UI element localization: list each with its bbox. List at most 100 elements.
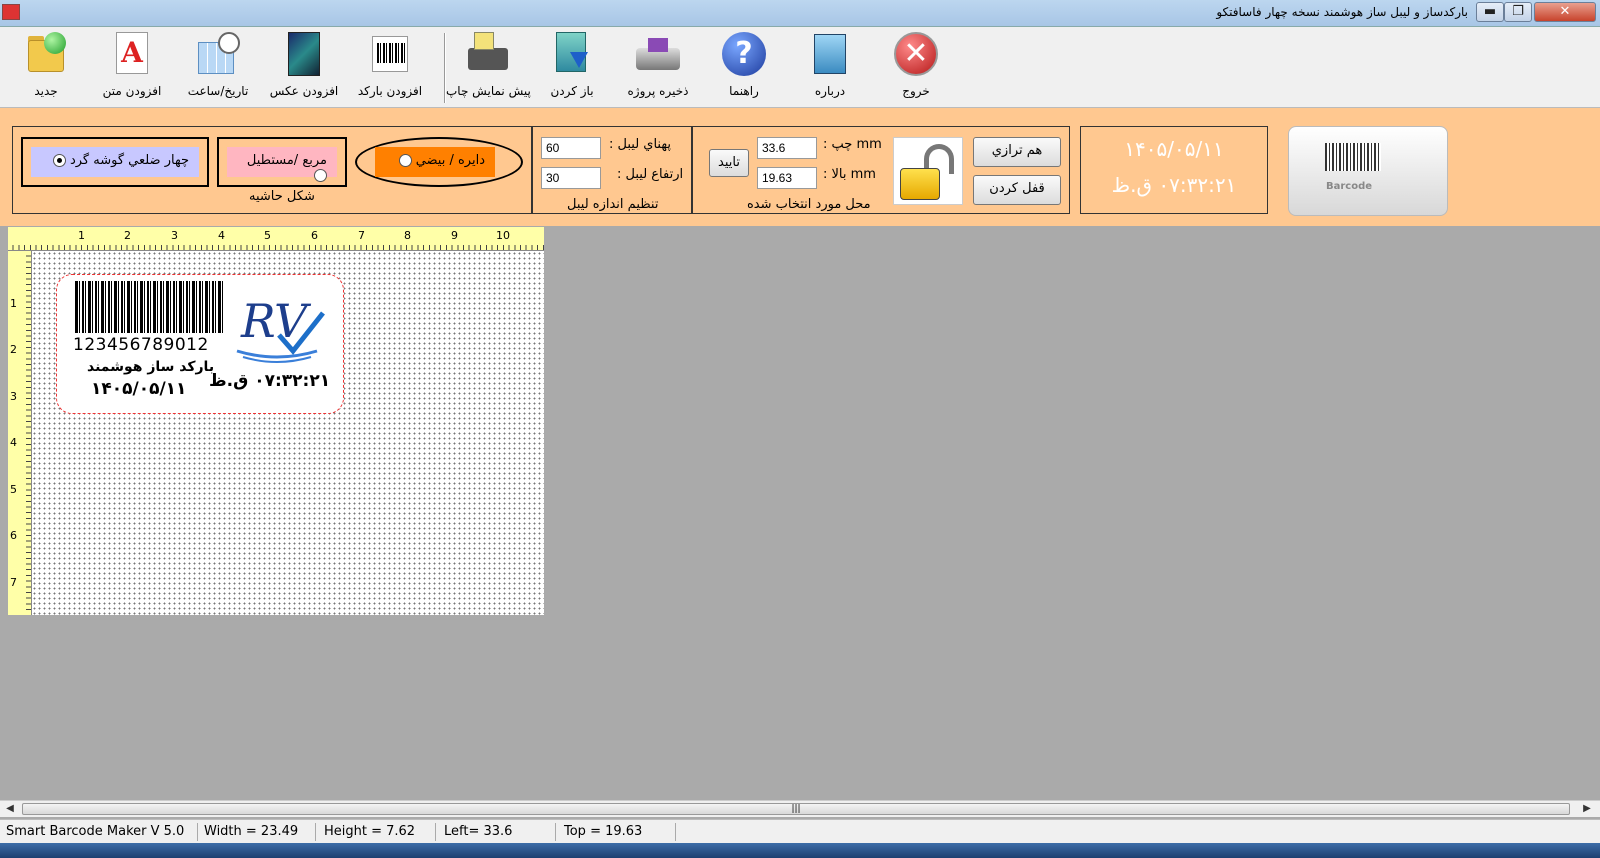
shape-rectangle-radio[interactable] (314, 169, 327, 182)
ruler-tick: 7 (358, 229, 365, 242)
add-datetime-button[interactable]: تاريخ/ساعت (176, 30, 260, 106)
open-icon (548, 30, 596, 78)
add-text-button[interactable]: A افزودن متن (90, 30, 174, 106)
about-label: درباره (814, 84, 846, 98)
scroll-right-icon[interactable]: ▶ (1580, 802, 1594, 816)
ruler-tick: 5 (264, 229, 271, 242)
lock-icon[interactable] (893, 137, 963, 205)
about-icon (806, 30, 854, 78)
window-title: بارکدساز و ليبل ساز هوشمند نسخه چهار فاس… (1216, 5, 1468, 19)
scroll-left-icon[interactable]: ◀ (3, 802, 17, 816)
label-height-input[interactable] (541, 167, 601, 189)
ruler-tick: 6 (10, 529, 17, 542)
text-icon: A (108, 30, 156, 78)
print-preview-label: پيش نمايش چاپ (446, 84, 531, 98)
label-barcode-number[interactable]: 123456789012 (73, 335, 223, 355)
datetime-display: ۱۴۰۵/۰۵/۱۱ ۰۷:۳۲:۲۱ ق.ظ (1080, 126, 1268, 214)
ruler-tick: 10 (496, 229, 510, 242)
add-barcode-button[interactable]: افزودن بارکد (348, 30, 432, 106)
position-group-caption: محل مورد انتخاب شده (747, 197, 871, 212)
shape-ellipse-label: دايره / بيضي (415, 153, 485, 168)
save-icon (634, 30, 682, 78)
add-image-label: افزودن عکس (269, 84, 339, 98)
status-app-version: Smart Barcode Maker V 5.0 (2, 823, 198, 841)
status-height: Height = 7.62 (320, 823, 436, 841)
ruler-tick: 4 (10, 436, 17, 449)
print-preview-icon (464, 30, 512, 78)
left-mm-label: mm چپ : (823, 137, 882, 152)
ruler-tick: 9 (451, 229, 458, 242)
lock-button[interactable]: قفل کردن (973, 175, 1061, 205)
confirm-button[interactable]: تاييد (709, 149, 749, 177)
open-label: باز کردن (550, 84, 594, 98)
status-left: Left= 33.6 (440, 823, 556, 841)
about-button[interactable]: درباره (788, 30, 872, 106)
shape-rounded-radio[interactable] (52, 154, 66, 167)
status-bar: Smart Barcode Maker V 5.0 Width = 23.49 … (0, 819, 1600, 843)
ruler-tick: 6 (311, 229, 318, 242)
size-group-caption: تنظيم اندازه ليبل (567, 197, 659, 212)
label-size-group: پهناي ليبل : ارتفاع ليبل : تنظيم اندازه … (532, 126, 692, 214)
title-bar: بارکدساز و ليبل ساز هوشمند نسخه چهار فاس… (0, 0, 1600, 27)
help-icon: ? (720, 30, 768, 78)
shape-option-ellipse[interactable]: دايره / بيضي (355, 137, 523, 187)
property-panel: چهار ضلعي گوشه گرد مربع /مستطيل دايره / … (0, 108, 1600, 226)
top-mm-input[interactable] (757, 167, 817, 189)
exit-icon: ✕ (892, 30, 940, 78)
ruler-tick: 2 (10, 343, 17, 356)
label-barcode[interactable] (75, 281, 225, 333)
calendar-clock-icon (194, 30, 242, 78)
exit-button[interactable]: ✕ خروج (874, 30, 958, 106)
left-mm-input[interactable] (757, 137, 817, 159)
add-barcode-label: افزودن بارکد (357, 84, 423, 98)
align-button[interactable]: هم ترازي (973, 137, 1061, 167)
shape-option-rectangle[interactable]: مربع /مستطيل (217, 137, 347, 187)
shape-rectangle-label: مربع /مستطيل (246, 153, 327, 168)
new-button[interactable]: جديد (4, 30, 88, 106)
ruler-tick: 3 (10, 390, 17, 403)
current-time: ۰۷:۳۲:۲۱ ق.ظ (1111, 173, 1237, 197)
add-text-label: افزودن متن (102, 84, 162, 98)
add-image-button[interactable]: افزودن عکس (262, 30, 346, 106)
close-window-button[interactable]: ✕ (1534, 2, 1596, 22)
label-width-input[interactable] (541, 137, 601, 159)
ruler-tick: 1 (10, 297, 17, 310)
help-button[interactable]: ? راهنما (702, 30, 786, 106)
exit-label: خروج (902, 84, 930, 98)
shape-option-rounded[interactable]: چهار ضلعي گوشه گرد (21, 137, 209, 187)
ruler-tick: 5 (10, 483, 17, 496)
label-height-label: ارتفاع ليبل : (617, 167, 684, 182)
horizontal-scrollbar[interactable]: ◀ ||| ▶ (0, 800, 1600, 817)
shape-ellipse-radio[interactable] (398, 154, 412, 167)
selected-position-group: تاييد mm چپ : mm بالا : هم ترازي قفل کرد… (692, 126, 1070, 214)
open-button[interactable]: باز کردن (530, 30, 614, 106)
ruler-tick: 1 (78, 229, 85, 242)
label-text[interactable]: بارکد ساز هوشمند (87, 359, 214, 375)
barcode-icon (366, 30, 414, 78)
status-width: Width = 23.49 (200, 823, 316, 841)
folder-new-icon (22, 30, 70, 78)
shape-rounded-label: چهار ضلعي گوشه گرد (69, 153, 189, 168)
maximize-button[interactable]: ❐ (1504, 2, 1532, 22)
scrollbar-thumb[interactable]: ||| (22, 803, 1570, 815)
save-project-label: ذخيره پروژه (627, 84, 689, 98)
os-taskbar (0, 843, 1600, 858)
toolbar: جديد A افزودن متن تاريخ/ساعت افزودن عکس … (0, 27, 1600, 108)
rv-logo-image[interactable]: RV (227, 285, 327, 367)
app-icon[interactable] (2, 4, 20, 20)
ruler-tick: 2 (124, 229, 131, 242)
add-datetime-label: تاريخ/ساعت (187, 84, 249, 98)
label-preview[interactable]: 123456789012 بارکد ساز هوشمند ۱۴۰۵/۰۵/۱۱… (56, 274, 344, 414)
shape-group-caption: شکل حاشيه (249, 189, 315, 204)
label-date[interactable]: ۱۴۰۵/۰۵/۱۱ (91, 379, 186, 399)
label-time[interactable]: ۰۷:۳۲:۲۱ ق.ظ (209, 371, 330, 391)
print-preview-button[interactable]: پيش نمايش چاپ (446, 30, 531, 106)
save-project-button[interactable]: ذخيره پروژه (616, 30, 700, 106)
top-ruler: 1 2 3 4 5 6 7 8 9 10 (8, 227, 544, 251)
minimize-button[interactable]: ▬ (1476, 2, 1504, 22)
design-canvas[interactable]: 1 2 3 4 5 6 7 8 9 10 1 2 3 4 5 6 7 12345… (8, 227, 544, 615)
help-label: راهنما (729, 84, 759, 98)
canvas-grid[interactable]: 123456789012 بارکد ساز هوشمند ۱۴۰۵/۰۵/۱۱… (32, 251, 544, 615)
border-shape-group: چهار ضلعي گوشه گرد مربع /مستطيل دايره / … (12, 126, 532, 214)
image-icon (280, 30, 328, 78)
